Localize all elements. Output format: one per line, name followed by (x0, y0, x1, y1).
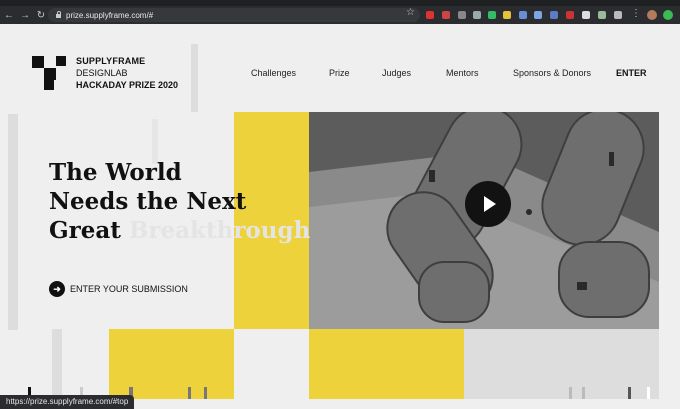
decorative-tick (569, 387, 572, 399)
decorative-bar (52, 329, 62, 399)
lock-icon (56, 11, 61, 18)
yellow-block (109, 329, 234, 399)
decorative-bar (8, 114, 18, 330)
avatar[interactable] (647, 10, 657, 20)
decorative-bar (191, 44, 198, 112)
cta-label: ENTER YOUR SUBMISSION (70, 284, 188, 294)
extension-icon[interactable] (442, 11, 450, 19)
brand-line-2: DESIGNLAB (76, 68, 128, 78)
decorative-tick (188, 387, 191, 399)
nav-judges[interactable]: Judges (382, 68, 411, 78)
extension-icon[interactable] (503, 11, 511, 19)
website-page: SUPPLYFRAME DESIGNLAB HACKADAY PRIZE 202… (0, 24, 680, 409)
extension-icon[interactable] (582, 11, 590, 19)
reload-icon[interactable]: ↻ (34, 10, 48, 21)
forward-icon[interactable]: → (18, 10, 32, 21)
extension-icon[interactable] (550, 11, 558, 19)
enter-submission-link[interactable]: ➜ ENTER YOUR SUBMISSION (49, 281, 188, 297)
extension-icon[interactable] (488, 11, 496, 19)
hero-word-great: Great (49, 217, 121, 244)
menu-icon[interactable]: ⋮ (631, 8, 641, 19)
extension-icon[interactable] (519, 11, 527, 19)
decorative-tick (647, 387, 650, 399)
hero-word-breakthrough: Breakthrough (128, 217, 311, 244)
nav-prize[interactable]: Prize (329, 68, 350, 78)
hero-headline: The World Needs the Next Great Breakthro… (49, 158, 310, 245)
hero-line-3: Great Breakthrough (49, 216, 310, 245)
nav-enter[interactable]: ENTER (616, 68, 647, 78)
address-bar[interactable]: prize.supplyframe.com/# (48, 8, 420, 22)
extension-icon[interactable] (458, 11, 466, 19)
extension-icon[interactable] (534, 11, 542, 19)
brand-line-1: SUPPLYFRAME (76, 56, 146, 66)
extension-icon[interactable] (426, 11, 434, 19)
decorative-tick (204, 387, 207, 399)
yellow-block (309, 329, 464, 399)
brand-text[interactable]: SUPPLYFRAME DESIGNLAB HACKADAY PRIZE 202… (76, 55, 178, 91)
star-icon[interactable]: ☆ (406, 7, 415, 18)
arrow-right-icon: ➜ (49, 281, 65, 297)
sync-icon[interactable] (663, 10, 673, 20)
hero-line-2: Needs the Next (49, 188, 247, 215)
brand-line-3: HACKADAY PRIZE 2020 (76, 80, 179, 90)
extension-icon[interactable] (598, 11, 606, 19)
extension-icon[interactable] (614, 11, 622, 19)
decorative-tick (628, 387, 631, 399)
nav-sponsors-donors[interactable]: Sponsors & Donors (513, 68, 591, 78)
extension-icon[interactable] (473, 11, 481, 19)
extension-icon[interactable] (566, 11, 574, 19)
status-url: https://prize.supplyframe.com/#top (0, 395, 135, 409)
nav-challenges[interactable]: Challenges (251, 68, 296, 78)
play-button[interactable] (465, 181, 511, 227)
url-text: prize.supplyframe.com/# (66, 10, 154, 20)
browser-toolbar: ← → ↻ prize.supplyframe.com/# ☆ ⋮ (0, 6, 680, 24)
nav-mentors[interactable]: Mentors (446, 68, 479, 78)
hero-line-1: The World (49, 159, 182, 186)
supplyframe-logo[interactable] (32, 56, 66, 90)
decorative-tick (582, 387, 585, 399)
back-icon[interactable]: ← (2, 10, 16, 21)
